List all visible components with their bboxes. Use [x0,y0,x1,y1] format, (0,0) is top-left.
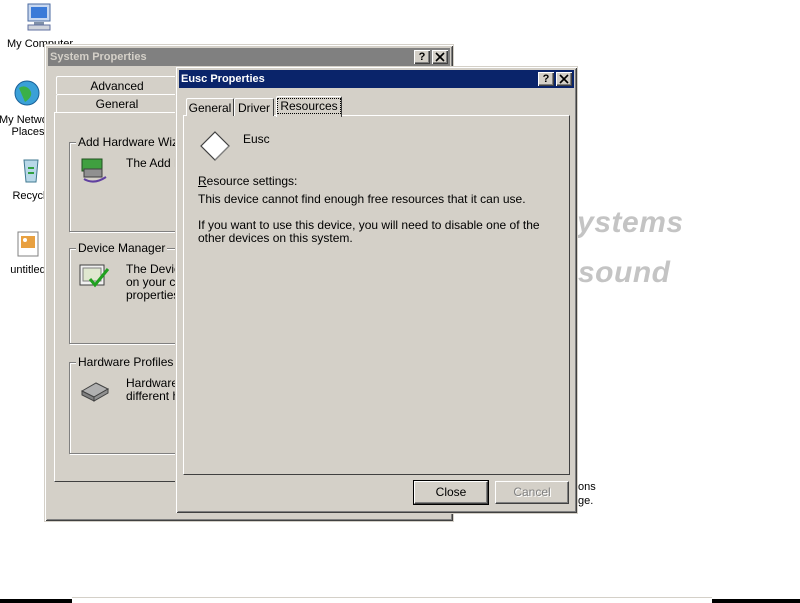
close-dialog-button[interactable]: Close [413,480,489,505]
resource-message: This device cannot find enough free reso… [198,192,526,206]
heading-rest: esource settings: [206,174,298,188]
background-text-1: systems [560,206,684,239]
tab-general[interactable]: General [56,94,178,112]
my-computer-icon [27,3,51,31]
group-label: Hardware Profiles [76,355,176,369]
resources-tab-panel [183,115,570,475]
add-hardware-wizard-icon [81,158,107,183]
group-add-hardware-wizard: Add Hardware Wizard The Add H [69,135,198,232]
eusc-properties-titlebar[interactable]: Eusc Properties ? [179,70,574,88]
system-properties-titlebar[interactable]: System Properties ? [48,48,450,66]
group-device-manager: Device Manager The Devic on your co prop… [69,241,189,344]
background-small-2: ge. [578,495,594,507]
close-button[interactable] [432,50,448,64]
close-icon [435,52,445,62]
group-hardware-profiles: Hardware Profiles Hardware different h [69,355,189,454]
close-button[interactable] [556,72,572,86]
device-name: Eusc [243,132,270,146]
recycle-bin-icon [23,159,39,183]
close-icon [559,74,569,84]
background-text-2: sound [578,256,671,289]
taskbar-line [72,597,712,598]
network-globe-icon [14,80,40,106]
disable-instruction-line-2: other devices on this system. [198,231,353,245]
group-description-line: different h [126,389,180,403]
hardware-profiles-icon [80,382,110,402]
group-description-line: properties [126,288,180,302]
taskbar-right-edge [712,599,800,603]
help-button[interactable]: ? [538,72,554,86]
background-small-1: ons [578,481,596,493]
tab-general[interactable]: General [186,98,234,116]
tab-advanced[interactable]: Advanced [56,76,178,94]
cancel-button[interactable]: Cancel [495,481,569,504]
tab-resources[interactable]: Resources [276,96,342,117]
window-title: Eusc Properties [181,73,265,85]
eusc-properties-window[interactable]: Eusc Properties ? General Driver Resourc… [175,66,578,514]
taskbar-left-edge [0,599,72,603]
device-manager-icon [79,264,110,288]
accelerator-key: R [198,174,207,188]
help-button[interactable]: ? [414,50,430,64]
resource-settings-heading: Resource settings: [198,175,297,188]
group-label: Device Manager [76,241,168,255]
window-title: System Properties [50,51,147,63]
tab-driver[interactable]: Driver [234,98,274,116]
diamond-icon [200,131,230,161]
tab-label: Resources [277,98,341,114]
image-file-icon [17,231,39,257]
